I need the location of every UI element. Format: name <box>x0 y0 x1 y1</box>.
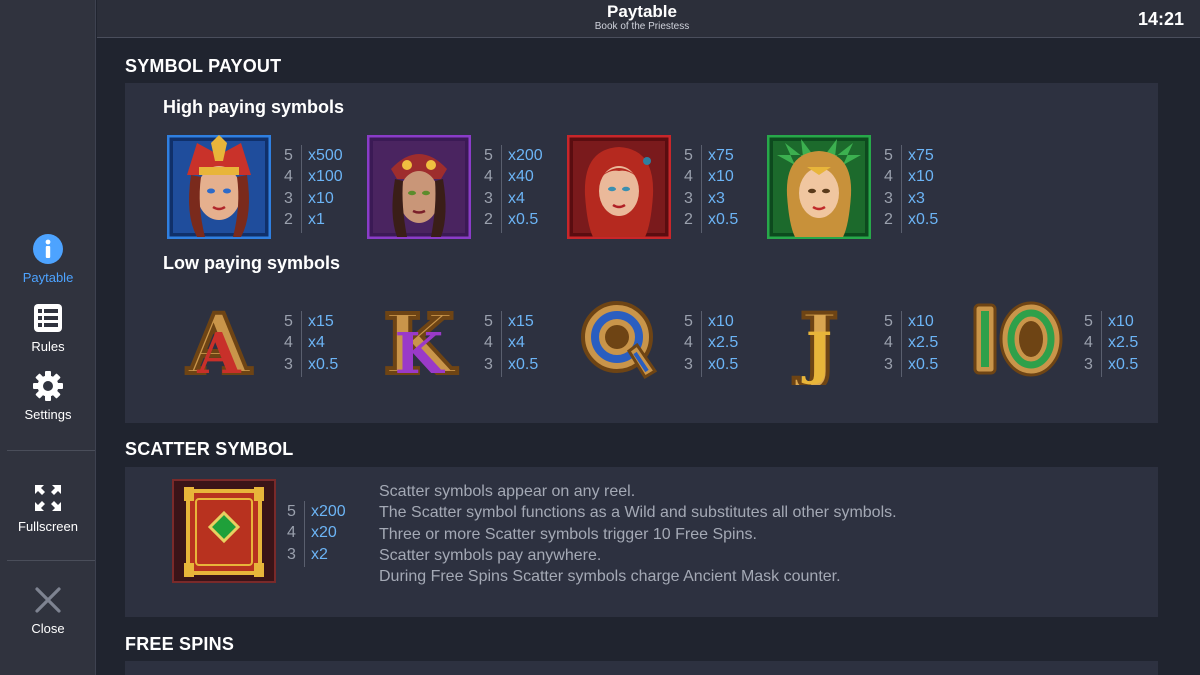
symbol-payout-panel: High paying symbols 5 x500 4 x100 3 x10 … <box>125 83 1158 423</box>
page-title: Paytable <box>607 2 677 21</box>
paytable-content[interactable]: SYMBOL PAYOUT High paying symbols 5 x500… <box>97 39 1200 675</box>
fullscreen-icon <box>31 481 65 515</box>
high-paying-title: High paying symbols <box>163 97 345 117</box>
sidebar-label-paytable: Paytable <box>22 270 74 285</box>
letter-a-symbol: A A <box>167 289 271 395</box>
scatter-panel: 5 x200 4 x20 3 x2 Scatter symbols appear on… <box>125 467 1158 617</box>
game-name: Book of the Priestess <box>594 21 690 32</box>
gear-icon <box>31 369 65 403</box>
description-line: The Scatter symbol functions as a Wild a… <box>379 504 897 522</box>
letter-q-symbol <box>567 289 671 385</box>
sidebar-label-settings: Settings <box>24 407 72 422</box>
letter-k-symbol: K K <box>367 289 471 395</box>
info-icon <box>31 232 65 266</box>
number-10-symbol <box>967 289 1071 385</box>
purple-priestess-symbol <box>366 134 472 240</box>
sidebar-item-fullscreen[interactable]: Fullscreen <box>0 481 96 545</box>
green-priestess-symbol <box>766 134 872 240</box>
description-line: During Free Spins Scatter symbols charge… <box>379 568 841 586</box>
section-title-scatter: SCATTER SYMBOL <box>125 439 294 459</box>
sidebar: Paytable Rules Settings Fullscreen Close <box>0 0 96 675</box>
sidebar-item-close[interactable]: Close <box>0 583 96 647</box>
sidebar-item-paytable[interactable]: Paytable <box>0 232 96 296</box>
description-line: Scatter symbols appear on any reel. <box>379 483 636 500</box>
scatter-description: Scatter symbols appear on any reel. The … <box>379 481 897 587</box>
clock: 14:21 <box>1137 9 1184 29</box>
sidebar-divider <box>7 450 95 451</box>
description-line: Scatter symbols pay anywhere. <box>379 546 602 564</box>
blue-priestess-symbol <box>166 134 272 240</box>
letter-j-symbol: J J <box>767 289 871 395</box>
free-spins-panel <box>125 661 1158 675</box>
low-paying-title: Low paying symbols <box>163 253 341 273</box>
red-priestess-symbol <box>566 134 672 240</box>
sidebar-item-settings[interactable]: Settings <box>0 369 96 433</box>
close-icon <box>31 583 65 617</box>
sidebar-item-rules[interactable]: Rules <box>0 301 96 365</box>
list-icon <box>31 301 65 335</box>
section-title-free-spins: FREE SPINS <box>125 634 235 654</box>
header-bar: Paytable Book of the Priestess 14:21 <box>97 0 1200 38</box>
section-title-symbol-payout: SYMBOL PAYOUT <box>125 56 282 76</box>
svg-text:K: K <box>395 321 446 385</box>
svg-text:J: J <box>801 321 833 385</box>
book-scatter-symbol <box>172 479 276 583</box>
sidebar-divider <box>7 560 95 561</box>
svg-text:A: A <box>196 321 242 385</box>
sidebar-label-fullscreen: Fullscreen <box>18 519 78 534</box>
sidebar-label-close: Close <box>31 621 65 636</box>
description-line: Three or more Scatter symbols trigger 10… <box>379 525 757 543</box>
sidebar-label-rules: Rules <box>31 339 65 354</box>
